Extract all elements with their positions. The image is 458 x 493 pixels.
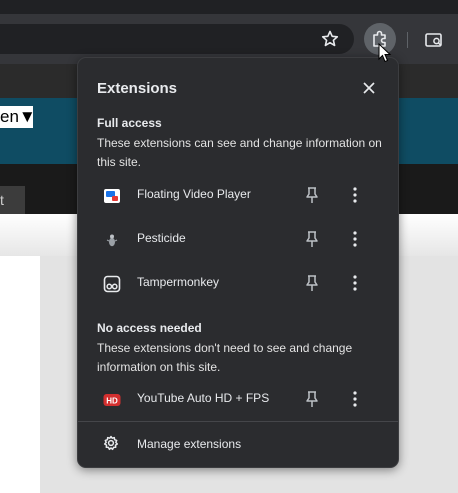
- more-options-icon[interactable]: [348, 274, 362, 292]
- toolbar-separator: [407, 32, 408, 48]
- extension-name: YouTube Auto HD + FPS: [137, 391, 270, 405]
- extension-name: Pesticide: [137, 231, 186, 245]
- address-bar[interactable]: [0, 24, 354, 54]
- youtube-auto-hd-icon: HD: [103, 394, 121, 406]
- tab-search-icon[interactable]: [424, 30, 444, 50]
- manage-extensions-button[interactable]: Manage extensions: [78, 422, 398, 466]
- more-options-icon[interactable]: [348, 230, 362, 248]
- extensions-menu: Extensions Full access These extensions …: [77, 57, 399, 468]
- pin-icon[interactable]: [304, 274, 320, 292]
- extension-row-floating-video-player[interactable]: Floating Video Player: [78, 173, 398, 217]
- extension-name: Tampermonkey: [137, 275, 220, 289]
- popup-title: Extensions: [97, 80, 178, 97]
- pesticide-icon: [106, 234, 118, 247]
- extension-row-pesticide[interactable]: Pesticide: [78, 217, 398, 261]
- language-select[interactable]: en▼: [0, 106, 33, 128]
- floating-video-player-icon: [104, 189, 120, 203]
- manage-extensions-label: Manage extensions: [137, 437, 242, 451]
- svg-text:HD: HD: [106, 396, 118, 405]
- extension-row-youtube-auto-hd[interactable]: HD YouTube Auto HD + FPS: [78, 377, 398, 421]
- pin-icon[interactable]: [304, 230, 320, 248]
- full-access-heading: Full access: [97, 116, 162, 130]
- extension-name: Floating Video Player: [137, 187, 251, 201]
- more-options-icon[interactable]: [348, 390, 362, 408]
- bookmark-star-icon[interactable]: [320, 29, 340, 49]
- mouse-cursor-icon: [378, 43, 392, 63]
- gear-icon: [103, 435, 119, 451]
- full-access-description: These extensions can see and change info…: [97, 136, 382, 169]
- no-access-description: These extensions don't need to see and c…: [97, 341, 353, 374]
- close-icon[interactable]: [360, 79, 378, 97]
- extension-row-tampermonkey[interactable]: Tampermonkey: [78, 261, 398, 305]
- no-access-heading: No access needed: [97, 321, 202, 335]
- tampermonkey-icon: [103, 275, 121, 293]
- pin-icon[interactable]: [304, 390, 320, 408]
- page-nav-button[interactable]: t: [0, 186, 25, 214]
- more-options-icon[interactable]: [348, 186, 362, 204]
- pin-icon[interactable]: [304, 186, 320, 204]
- tab-strip: [0, 0, 458, 14]
